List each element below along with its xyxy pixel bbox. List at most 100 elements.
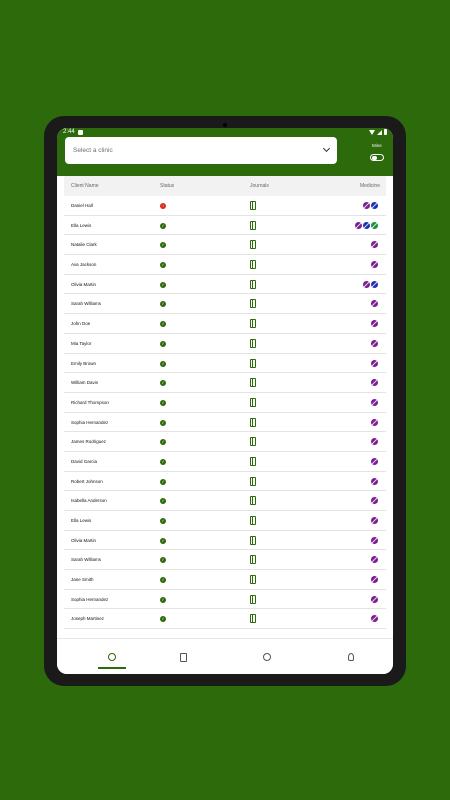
pill-icon (371, 320, 378, 328)
table-row[interactable]: Natalie Clark ✓ (64, 235, 386, 256)
journal-icon[interactable] (250, 358, 256, 368)
medicine-list[interactable] (355, 221, 378, 229)
status-bar: 2:44 (57, 128, 393, 137)
table-row[interactable]: William Davis ✓ (64, 373, 386, 393)
medicine-list[interactable] (371, 261, 378, 269)
journal-icon[interactable] (250, 260, 256, 270)
table-row[interactable]: Daniel Hall! (64, 196, 386, 216)
pill-icon (363, 202, 370, 209)
column-header-name[interactable]: Client Name (71, 183, 99, 189)
client-name: Ella Lewis (71, 518, 92, 523)
journal-icon[interactable] (250, 516, 256, 525)
medicine-list[interactable] (363, 202, 378, 209)
medicine-list[interactable] (371, 595, 378, 603)
journal-icon[interactable] (250, 555, 256, 565)
medicine-list[interactable] (371, 320, 378, 328)
table-row[interactable]: John Doe ✓ (64, 314, 386, 334)
medicine-list[interactable] (371, 241, 378, 249)
table-row[interactable]: Isabella Anderson ✓ (64, 491, 386, 511)
medicine-list[interactable] (371, 517, 378, 524)
status-ok-icon: ✓ (160, 596, 166, 603)
table-row[interactable]: Joseph Martinez ✓ (64, 609, 386, 630)
nav-history[interactable] (253, 645, 281, 669)
medicine-list[interactable] (371, 438, 378, 446)
journal-icon[interactable] (250, 338, 256, 348)
journal-icon[interactable] (250, 220, 256, 230)
clinic-select[interactable]: Select a clinic (65, 137, 337, 164)
client-name: David Garcia (71, 458, 98, 464)
medicine-list[interactable] (371, 398, 378, 406)
pill-icon (371, 359, 378, 367)
pill-icon (363, 221, 370, 229)
mine-label: Mine (372, 143, 382, 148)
table-row[interactable]: Robert Johnson ✓ (64, 472, 386, 492)
medicine-list[interactable] (371, 615, 378, 623)
journal-icon[interactable] (250, 319, 256, 329)
journal-icon[interactable] (250, 535, 256, 545)
journal-icon[interactable] (250, 456, 256, 466)
pill-icon (371, 457, 378, 465)
status-ok-icon: ✓ (160, 557, 166, 564)
mine-toggle[interactable] (370, 154, 384, 161)
journal-icon[interactable] (250, 614, 256, 624)
table-row[interactable]: Ella Lewis ✓ (64, 511, 386, 531)
pill-icon (371, 300, 378, 308)
status-ok-icon: ✓ (160, 222, 166, 229)
medicine-list[interactable] (371, 359, 378, 367)
medicine-list[interactable] (371, 536, 378, 544)
pill-icon (371, 576, 378, 584)
medicine-list[interactable] (371, 497, 378, 505)
table-row[interactable]: Sophia Hernandez ✓ (64, 590, 386, 610)
journal-icon[interactable] (250, 201, 256, 210)
pill-icon (371, 615, 378, 623)
table-row[interactable]: Sarah Williams ✓ (64, 550, 386, 571)
client-name: Natalie Clark (71, 242, 97, 248)
table-row[interactable]: Mia Taylor ✓ (64, 334, 386, 354)
table-row[interactable]: David Garcia ✓ (64, 452, 386, 472)
table-row[interactable]: James Rodriguez ✓ (64, 432, 386, 452)
table-row[interactable]: Richard Thompson ✓ (64, 393, 386, 413)
medicine-list[interactable] (371, 418, 378, 426)
table-row[interactable]: Olivia Martin ✓ (64, 275, 386, 295)
table-row[interactable]: Jane Smith ✓ (64, 570, 386, 590)
pill-icon (371, 379, 378, 387)
medicine-list[interactable] (371, 379, 378, 387)
status-ok-icon: ✓ (160, 419, 166, 426)
journal-icon[interactable] (250, 417, 256, 427)
journal-icon[interactable] (250, 496, 256, 506)
medicine-list[interactable] (371, 477, 378, 485)
medicine-list[interactable] (363, 280, 378, 288)
table-row[interactable]: Olivia Martin ✓ (64, 531, 386, 551)
journal-icon[interactable] (250, 437, 256, 447)
pill-icon (363, 280, 370, 288)
journal-icon[interactable] (250, 279, 256, 289)
journal-icon[interactable] (250, 240, 256, 250)
medicine-list[interactable] (371, 576, 378, 584)
journal-icon[interactable] (250, 575, 256, 585)
status-ok-icon: ✓ (160, 458, 166, 465)
column-header-status[interactable]: Status (160, 183, 174, 189)
medicine-list[interactable] (371, 300, 378, 308)
journal-icon (179, 652, 187, 662)
table-row[interactable]: Sarah Williams ✓ (64, 294, 386, 315)
nav-home[interactable] (98, 645, 126, 669)
journal-icon[interactable] (250, 299, 256, 309)
pill-icon (371, 202, 378, 209)
medicine-list[interactable] (371, 457, 378, 465)
journal-icon[interactable] (250, 378, 256, 388)
medicine-list[interactable] (371, 339, 378, 347)
medicine-list[interactable] (371, 556, 378, 564)
journal-icon[interactable] (250, 397, 256, 407)
table-row[interactable]: Sophia Hernandez ✓ (64, 413, 386, 433)
camera (223, 123, 227, 127)
table-row[interactable]: Ava Jackson ✓ (64, 255, 386, 275)
table-row[interactable]: Emily Brown ✓ (64, 354, 386, 374)
journal-icon[interactable] (250, 594, 256, 604)
status-ok-icon: ✓ (160, 380, 166, 387)
table-row[interactable]: Ella Lewis ✓ (64, 216, 386, 236)
column-header-medicine[interactable]: Medicine (360, 183, 380, 189)
journal-icon[interactable] (250, 476, 256, 486)
nav-profile[interactable] (337, 645, 365, 669)
nav-journals[interactable] (169, 645, 197, 669)
column-header-journals[interactable]: Journals (250, 183, 269, 189)
